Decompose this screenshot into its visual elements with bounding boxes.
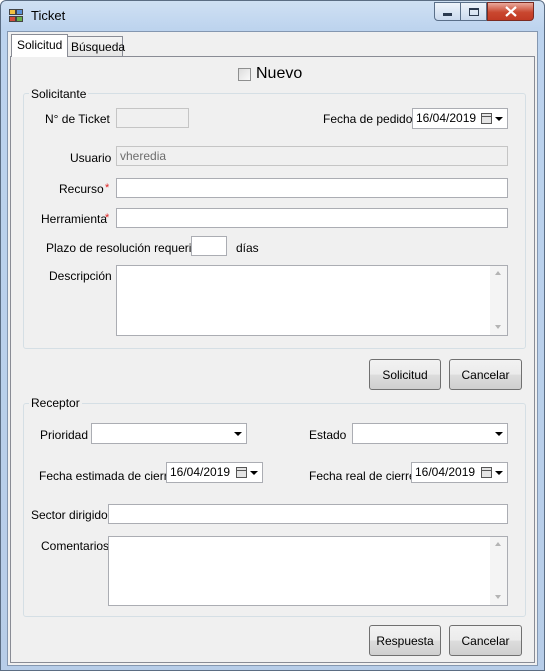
minimize-icon	[443, 13, 452, 16]
close-icon	[504, 6, 517, 17]
scroll-up-icon[interactable]	[495, 542, 501, 546]
descripcion-scrollbar[interactable]	[490, 266, 507, 335]
respuesta-button[interactable]: Respuesta	[369, 625, 441, 656]
herramienta-label: Herramienta	[41, 212, 108, 226]
fecha-real-datepicker[interactable]: 16/04/2019	[411, 462, 508, 483]
estado-label: Estado	[309, 428, 347, 442]
fecha-pedido-value: 16/04/2019	[416, 111, 477, 125]
scroll-up-icon[interactable]	[495, 271, 501, 275]
solicitante-title: Solicitante	[29, 87, 89, 101]
fecha-real-value: 16/04/2019	[415, 465, 476, 479]
comentarios-label: Comentarios	[41, 539, 110, 553]
plazo-label: Plazo de resolución requerido	[46, 241, 205, 255]
chevron-down-icon	[495, 471, 503, 475]
recurso-required-mark: *	[105, 182, 110, 194]
fecha-real-label: Fecha real de cierre	[309, 469, 416, 483]
herramienta-required-mark: *	[105, 212, 110, 224]
receptor-title: Receptor	[29, 396, 82, 410]
prioridad-combobox[interactable]	[91, 423, 247, 444]
cancelar-solicitud-button[interactable]: Cancelar	[449, 359, 522, 390]
chevron-down-icon	[495, 117, 503, 121]
herramienta-field[interactable]	[116, 208, 508, 228]
chevron-down-icon	[250, 471, 258, 475]
prioridad-label: Prioridad	[40, 428, 89, 442]
descripcion-label: Descripción	[49, 269, 112, 283]
nuevo-checkbox[interactable]	[238, 68, 251, 81]
window-client: Solicitud Búsqueda Nuevo Solicitante N° …	[7, 31, 538, 666]
app-icon	[9, 9, 25, 23]
sector-label: Sector dirigido	[31, 508, 108, 522]
usuario-label: Usuario	[70, 151, 112, 165]
usuario-field[interactable]: vheredia	[116, 146, 508, 166]
calendar-icon	[236, 467, 247, 478]
window-title: Ticket	[31, 8, 66, 23]
nuevo-label[interactable]: Nuevo	[256, 65, 302, 83]
dias-label: días	[236, 241, 259, 255]
plazo-field[interactable]	[191, 236, 227, 256]
fecha-estimada-value: 16/04/2019	[170, 465, 231, 479]
estado-combobox[interactable]	[352, 423, 508, 444]
tab-solicitud[interactable]: Solicitud	[11, 34, 69, 57]
sector-field[interactable]	[108, 504, 508, 524]
solicitud-button[interactable]: Solicitud	[369, 359, 441, 390]
ticket-window: Ticket Solicitud Búsqueda Nuevo Solicita…	[0, 0, 545, 671]
scroll-down-icon[interactable]	[495, 325, 501, 329]
cancelar-respuesta-button[interactable]: Cancelar	[449, 625, 522, 656]
chevron-down-icon	[495, 432, 503, 436]
ticket-label: N° de Ticket	[45, 112, 110, 126]
minimize-button[interactable]	[434, 2, 461, 21]
title-bar[interactable]: Ticket	[1, 1, 544, 31]
descripcion-textarea[interactable]	[116, 265, 508, 336]
maximize-icon	[468, 7, 479, 16]
fecha-estimada-datepicker[interactable]: 16/04/2019	[166, 462, 263, 483]
comentarios-scrollbar[interactable]	[490, 537, 507, 605]
fecha-pedido-datepicker[interactable]: 16/04/2019	[412, 108, 508, 129]
calendar-icon	[481, 467, 492, 478]
recurso-label: Recurso	[59, 182, 104, 196]
fecha-estimada-label: Fecha estimada de cierre	[39, 469, 175, 483]
tab-panel-solicitud: Nuevo Solicitante N° de Ticket Fecha de …	[10, 56, 535, 663]
tab-busqueda[interactable]: Búsqueda	[65, 36, 125, 58]
scroll-down-icon[interactable]	[495, 595, 501, 599]
maximize-button[interactable]	[460, 2, 487, 21]
chevron-down-icon	[234, 432, 242, 436]
fecha-pedido-label: Fecha de pedido	[323, 112, 413, 126]
close-button[interactable]	[487, 2, 534, 21]
ticket-field[interactable]	[116, 108, 189, 128]
calendar-icon	[481, 113, 492, 124]
comentarios-textarea[interactable]	[108, 536, 508, 606]
recurso-field[interactable]	[116, 178, 508, 198]
